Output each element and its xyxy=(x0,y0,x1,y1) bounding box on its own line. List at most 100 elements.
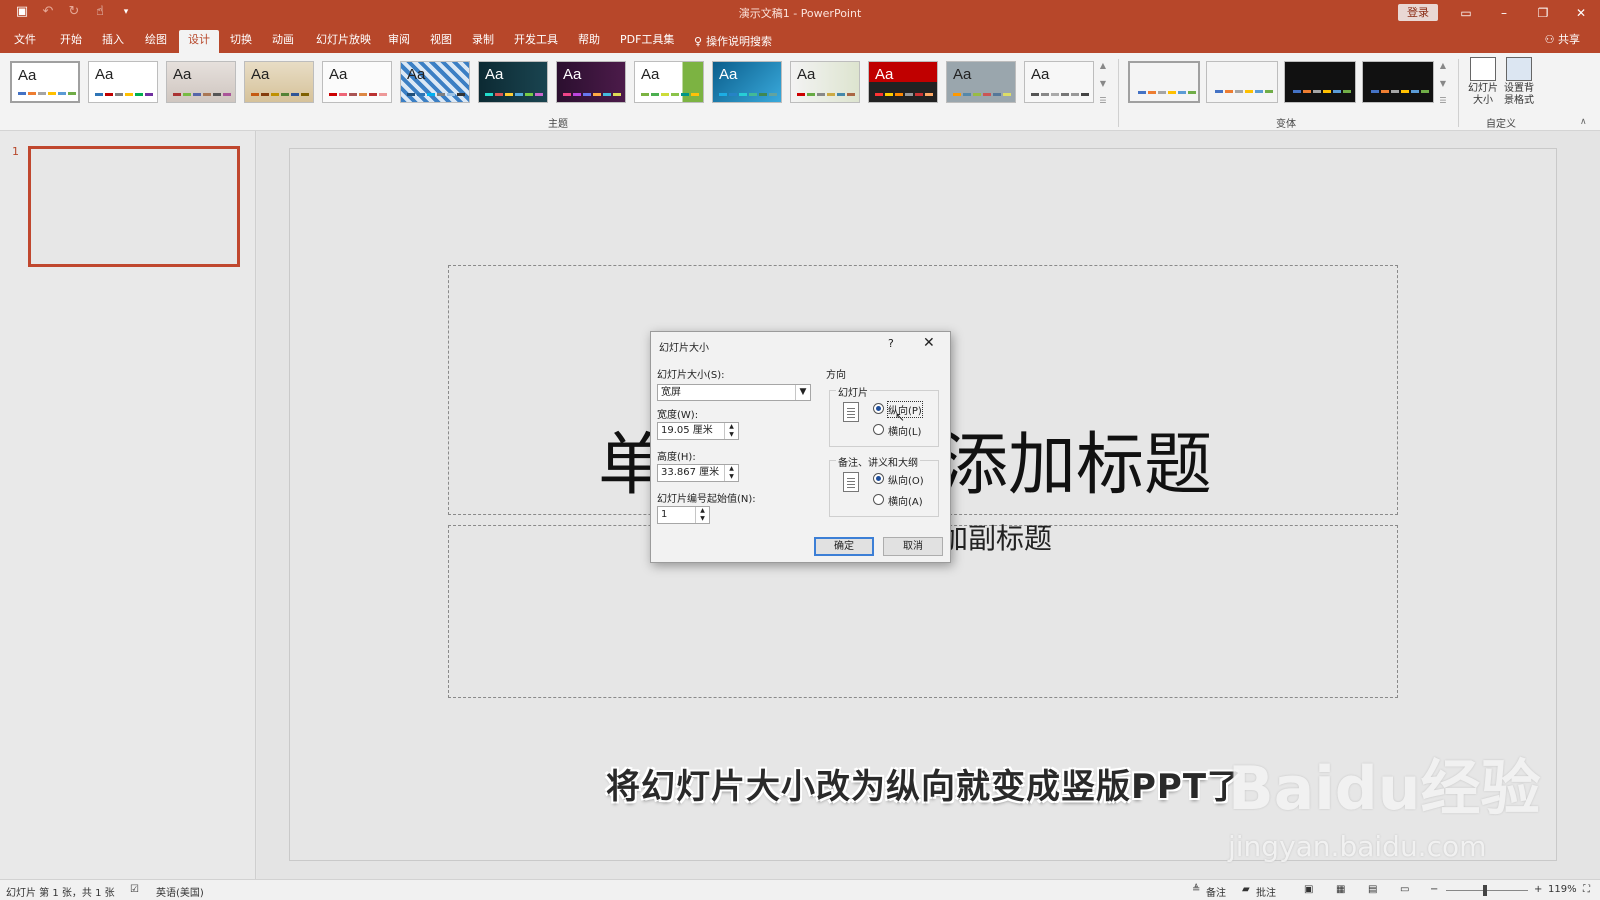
ok-button[interactable]: 确定 xyxy=(814,537,874,556)
slide-size-button[interactable]: 幻灯片大小 xyxy=(1466,57,1500,107)
minimize-icon[interactable]: – xyxy=(1494,4,1514,22)
theme-14[interactable]: Aa xyxy=(1024,61,1094,103)
zoom-level[interactable]: 119% xyxy=(1548,884,1577,895)
width-input[interactable]: 19.05 厘米 ▲ ▼ xyxy=(657,422,739,440)
chevron-down-icon[interactable]: ▼ xyxy=(1440,79,1446,88)
watermark-url: jingyan.baidu.com xyxy=(1228,830,1487,863)
tab-view[interactable]: 视图 xyxy=(424,30,458,53)
gallery-more-icon[interactable]: ☰ xyxy=(1439,96,1446,105)
tab-transitions[interactable]: 切换 xyxy=(224,30,258,53)
reading-view-icon[interactable]: ▤ xyxy=(1368,884,1377,895)
zoom-in-button[interactable]: + xyxy=(1534,884,1542,895)
dialog-title: 幻灯片大小 xyxy=(659,343,709,354)
theme-glyph: Aa xyxy=(329,66,348,83)
tab-help[interactable]: 帮助 xyxy=(572,30,606,53)
watermark-logo-text: Baidu经验 xyxy=(1228,754,1541,824)
spell-check-icon[interactable]: ☑ xyxy=(130,884,139,895)
zoom-slider-track[interactable] xyxy=(1446,890,1528,891)
normal-view-icon[interactable]: ▣ xyxy=(1304,884,1313,895)
height-input[interactable]: 33.867 厘米 ▲ ▼ xyxy=(657,464,739,482)
comments-button[interactable]: 批注 xyxy=(1256,884,1276,899)
help-icon[interactable]: ? xyxy=(888,337,894,350)
theme-8[interactable]: Aa xyxy=(556,61,626,103)
notes-portrait-radio[interactable] xyxy=(873,473,884,484)
start-number-stepper[interactable]: ▲ ▼ xyxy=(695,507,709,523)
chevron-down-icon[interactable]: ▼ xyxy=(1100,79,1106,88)
theme-12[interactable]: Aa xyxy=(868,61,938,103)
tab-record[interactable]: 录制 xyxy=(466,30,500,53)
close-window-icon[interactable]: ✕ xyxy=(1571,4,1591,22)
slide-thumbnails-pane: 1 xyxy=(0,131,256,879)
language-status[interactable]: 英语(美国) xyxy=(156,884,204,899)
slides-landscape-label[interactable]: 横向(L) xyxy=(888,423,921,438)
tab-pdf-tools[interactable]: PDF工具集 xyxy=(614,30,680,53)
ribbon-display-icon[interactable]: ▭ xyxy=(1456,4,1476,22)
width-stepper[interactable]: ▲ ▼ xyxy=(724,423,738,439)
mouse-cursor-icon: ↖ xyxy=(895,410,906,424)
tab-animations[interactable]: 动画 xyxy=(266,30,300,53)
format-background-button[interactable]: 设置背景格式 xyxy=(1502,57,1536,107)
notes-portrait-label[interactable]: 纵向(O) xyxy=(888,472,924,487)
zoom-out-button[interactable]: − xyxy=(1430,884,1438,895)
slideshow-icon[interactable]: ▭ xyxy=(1400,884,1409,895)
chevron-up-icon[interactable]: ▲ xyxy=(1440,61,1446,70)
variant-3[interactable] xyxy=(1284,61,1356,103)
restore-icon[interactable]: ❐ xyxy=(1533,4,1553,22)
tell-me-search[interactable]: ♀ 操作说明搜索 xyxy=(688,30,778,53)
chevron-up-icon[interactable]: ▲ xyxy=(1100,61,1106,70)
tab-design[interactable]: 设计 xyxy=(179,30,219,53)
start-number-label: 幻灯片编号起始值(N): xyxy=(657,494,756,505)
theme-13[interactable]: Aa xyxy=(946,61,1016,103)
login-button[interactable]: 登录 xyxy=(1398,4,1438,21)
height-stepper[interactable]: ▲ ▼ xyxy=(724,465,738,481)
themes-gallery-scroll[interactable]: ▲ ▼ ☰ xyxy=(1096,61,1110,105)
fit-slide-icon[interactable]: ⛶ xyxy=(1583,884,1590,895)
theme-10[interactable]: Aa xyxy=(712,61,782,103)
notes-landscape-label[interactable]: 横向(A) xyxy=(888,493,923,508)
variant-2[interactable] xyxy=(1206,61,1278,103)
comments-icon: ▰ xyxy=(1242,884,1250,895)
close-icon[interactable]: ✕ xyxy=(923,335,935,351)
slides-landscape-radio[interactable] xyxy=(873,424,884,435)
slide-size-dialog: 幻灯片大小 ? ✕ 幻灯片大小(S): 宽屏 ▼ 宽度(W): 19.05 厘米… xyxy=(650,331,951,563)
theme-11[interactable]: Aa xyxy=(790,61,860,103)
slide-count-status: 幻灯片 第 1 张，共 1 张 xyxy=(6,888,115,899)
notes-button[interactable]: 备注 xyxy=(1206,884,1226,899)
collapse-ribbon-icon[interactable]: ∧ xyxy=(1580,117,1587,127)
slide-size-label: 幻灯片大小 xyxy=(1468,83,1498,106)
tab-insert[interactable]: 插入 xyxy=(96,30,130,53)
theme-6[interactable]: Aa xyxy=(400,61,470,103)
slide-size-select[interactable]: 宽屏 ▼ xyxy=(657,384,811,401)
theme-glyph: Aa xyxy=(95,66,114,83)
theme-glyph: Aa xyxy=(719,66,738,83)
tab-review[interactable]: 审阅 xyxy=(382,30,416,53)
cancel-button[interactable]: 取消 xyxy=(883,537,943,556)
theme-office[interactable]: Aa xyxy=(10,61,80,103)
theme-9[interactable]: Aa xyxy=(634,61,704,103)
slide-sorter-icon[interactable]: ▦ xyxy=(1336,884,1345,895)
ribbon-tabs: 文件 开始 插入 绘图 设计 切换 动画 幻灯片放映 审阅 视图 录制 开发工具… xyxy=(0,26,1600,53)
theme-3[interactable]: Aa xyxy=(166,61,236,103)
variant-1[interactable] xyxy=(1128,61,1200,103)
notes-landscape-radio[interactable] xyxy=(873,494,884,505)
ribbon-design: Aa Aa Aa Aa Aa Aa Aa Aa Aa Aa Aa Aa Aa A… xyxy=(0,53,1600,131)
theme-7[interactable]: Aa xyxy=(478,61,548,103)
tab-home[interactable]: 开始 xyxy=(54,30,88,53)
tab-draw[interactable]: 绘图 xyxy=(139,30,173,53)
tab-developer[interactable]: 开发工具 xyxy=(508,30,564,53)
theme-5[interactable]: Aa xyxy=(322,61,392,103)
variants-gallery-scroll[interactable]: ▲ ▼ ☰ xyxy=(1436,61,1450,105)
tab-file[interactable]: 文件 xyxy=(8,30,42,53)
theme-4[interactable]: Aa xyxy=(244,61,314,103)
slides-portrait-radio[interactable] xyxy=(873,403,884,414)
width-label: 宽度(W): xyxy=(657,410,699,421)
gallery-more-icon[interactable]: ☰ xyxy=(1099,96,1106,105)
zoom-slider-thumb[interactable] xyxy=(1483,885,1487,896)
chevron-down-icon[interactable]: ▼ xyxy=(795,385,810,400)
tab-slideshow[interactable]: 幻灯片放映 xyxy=(310,30,377,53)
theme-2[interactable]: Aa xyxy=(88,61,158,103)
slide-thumbnail[interactable] xyxy=(28,146,240,267)
variant-4[interactable] xyxy=(1362,61,1434,103)
share-button[interactable]: ⚇ 共享 xyxy=(1545,31,1580,47)
start-number-input[interactable]: 1 ▲ ▼ xyxy=(657,506,710,524)
